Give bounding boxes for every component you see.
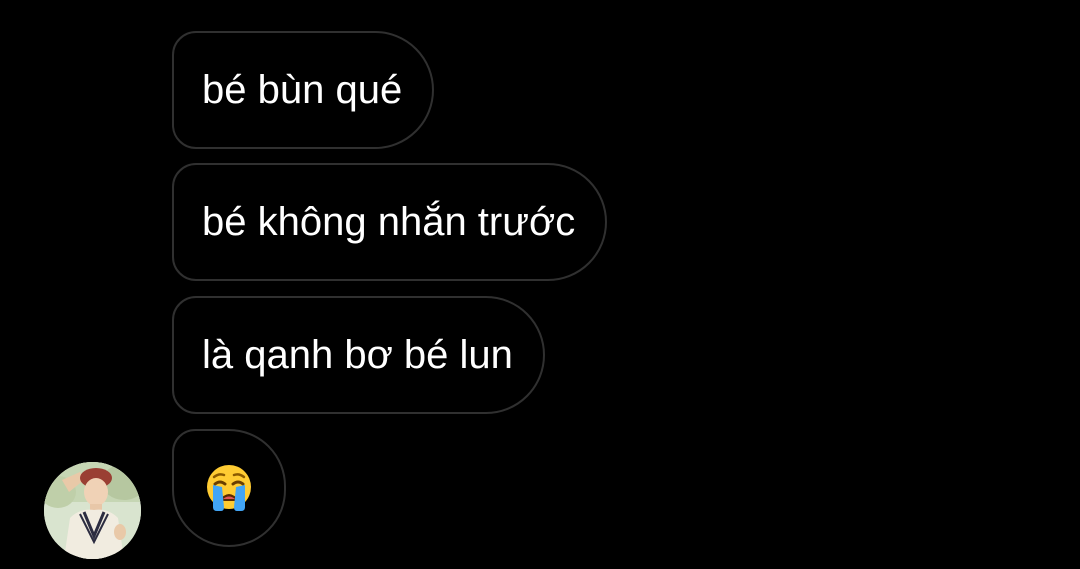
message-bubble-3[interactable]: là qanh bơ bé lun: [172, 296, 545, 414]
message-text: bé bùn qué: [202, 68, 403, 112]
message-bubble-1[interactable]: bé bùn qué: [172, 31, 435, 149]
person-photo-avatar-icon: [44, 462, 141, 559]
message-text: là qanh bơ bé lun: [202, 333, 513, 377]
loudly-crying-face-icon: [204, 463, 254, 513]
message-bubble-2[interactable]: bé không nhắn trước: [172, 163, 608, 281]
sender-avatar[interactable]: [44, 462, 141, 559]
message-text: bé không nhắn trước: [202, 200, 576, 244]
message-bubble-4[interactable]: [172, 429, 286, 547]
